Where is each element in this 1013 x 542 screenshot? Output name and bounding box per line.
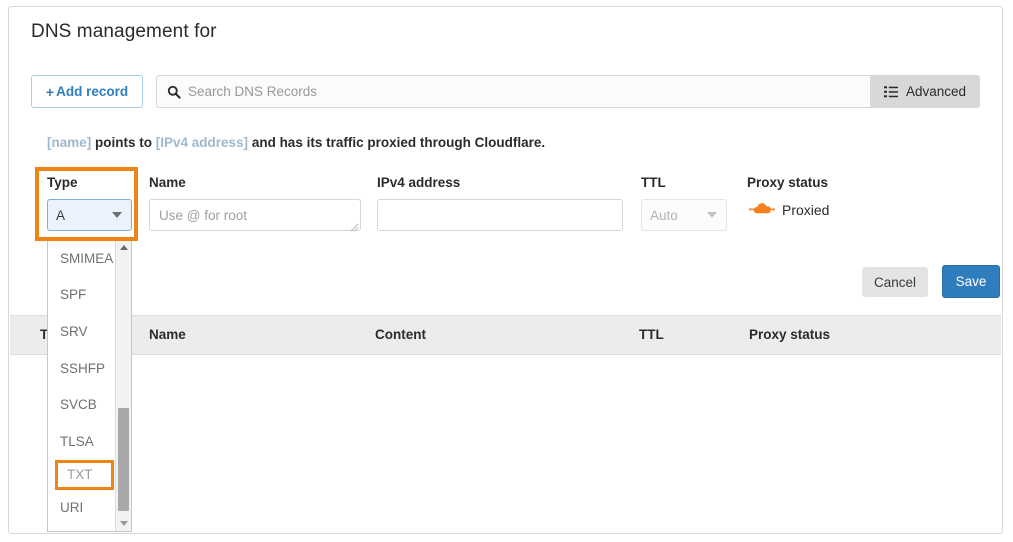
resize-handle-icon[interactable] [349,219,359,232]
chevron-down-icon [112,212,122,218]
type-option-tlsa[interactable]: TLSA [48,423,116,460]
name-input[interactable]: Use @ for root [149,199,361,232]
type-option-uri[interactable]: URI [48,490,116,527]
ipv4-label: IPv4 address [377,175,461,190]
type-option-smimea[interactable]: SMIMEA [48,240,116,277]
advanced-button[interactable]: Advanced [869,75,980,108]
advanced-label: Advanced [905,84,966,99]
description-token-ipv4: [IPv4 address] [155,135,249,150]
column-header-proxy-status[interactable]: Proxy status [749,327,830,342]
type-option-txt[interactable]: TXT [55,459,114,490]
cancel-button[interactable]: Cancel [862,267,928,297]
type-dropdown-list[interactable]: SMIMEA SPF SRV SSHFP SVCB TLSA TXT URI [47,239,132,532]
type-select-value: A [56,207,66,223]
proxy-status-value: Proxied [782,202,830,218]
name-label: Name [149,175,186,190]
ipv4-address-input[interactable] [377,199,623,231]
type-option-spf[interactable]: SPF [48,277,116,314]
type-dropdown-options: SMIMEA SPF SRV SSHFP SVCB TLSA TXT URI [48,240,116,531]
plus-icon: + [45,83,55,100]
add-record-label: Add record [56,84,129,99]
description-tail: and has its traffic proxied through Clou… [248,135,546,150]
type-select[interactable]: A [47,199,132,231]
type-option-srv[interactable]: SRV [48,313,116,350]
search-icon [167,85,181,99]
scroll-up-arrow-icon[interactable] [116,240,131,255]
chevron-down-icon [707,212,717,218]
column-header-ttl[interactable]: TTL [639,327,664,342]
page-title: DNS management for [31,21,217,42]
name-placeholder: Use @ for root [159,207,247,223]
add-record-button[interactable]: + Add record [31,75,143,108]
type-option-sshfp[interactable]: SSHFP [48,350,116,387]
record-description: [name] points to [IPv4 address] and has … [47,135,545,150]
scroll-down-arrow-icon[interactable] [116,516,131,531]
ttl-select[interactable]: Auto [641,199,727,231]
cloudflare-cloud-icon [749,201,775,219]
records-table-header: Type Name Content TTL Proxy status [10,315,1001,355]
proxy-status-label: Proxy status [747,175,829,190]
scrollbar-thumb[interactable] [118,408,129,511]
list-settings-icon [883,85,898,98]
type-label: Type [47,175,78,190]
type-option-svcb[interactable]: SVCB [48,386,116,423]
column-header-name[interactable]: Name [149,327,186,342]
search-input[interactable]: Search DNS Records [156,75,878,108]
dropdown-scrollbar[interactable] [115,240,131,531]
proxy-status-toggle[interactable]: Proxied [749,201,829,219]
ttl-label: TTL [641,175,666,190]
column-header-content[interactable]: Content [375,327,426,342]
ttl-select-value: Auto [650,207,678,223]
description-mid: points to [91,135,156,150]
search-placeholder: Search DNS Records [188,84,318,99]
toolbar: + Add record Search DNS Records Advanced [31,75,980,109]
save-button[interactable]: Save [942,265,1000,298]
dns-management-card: DNS management for + Add record Search D… [8,6,1003,534]
description-token-name: [name] [47,135,92,150]
